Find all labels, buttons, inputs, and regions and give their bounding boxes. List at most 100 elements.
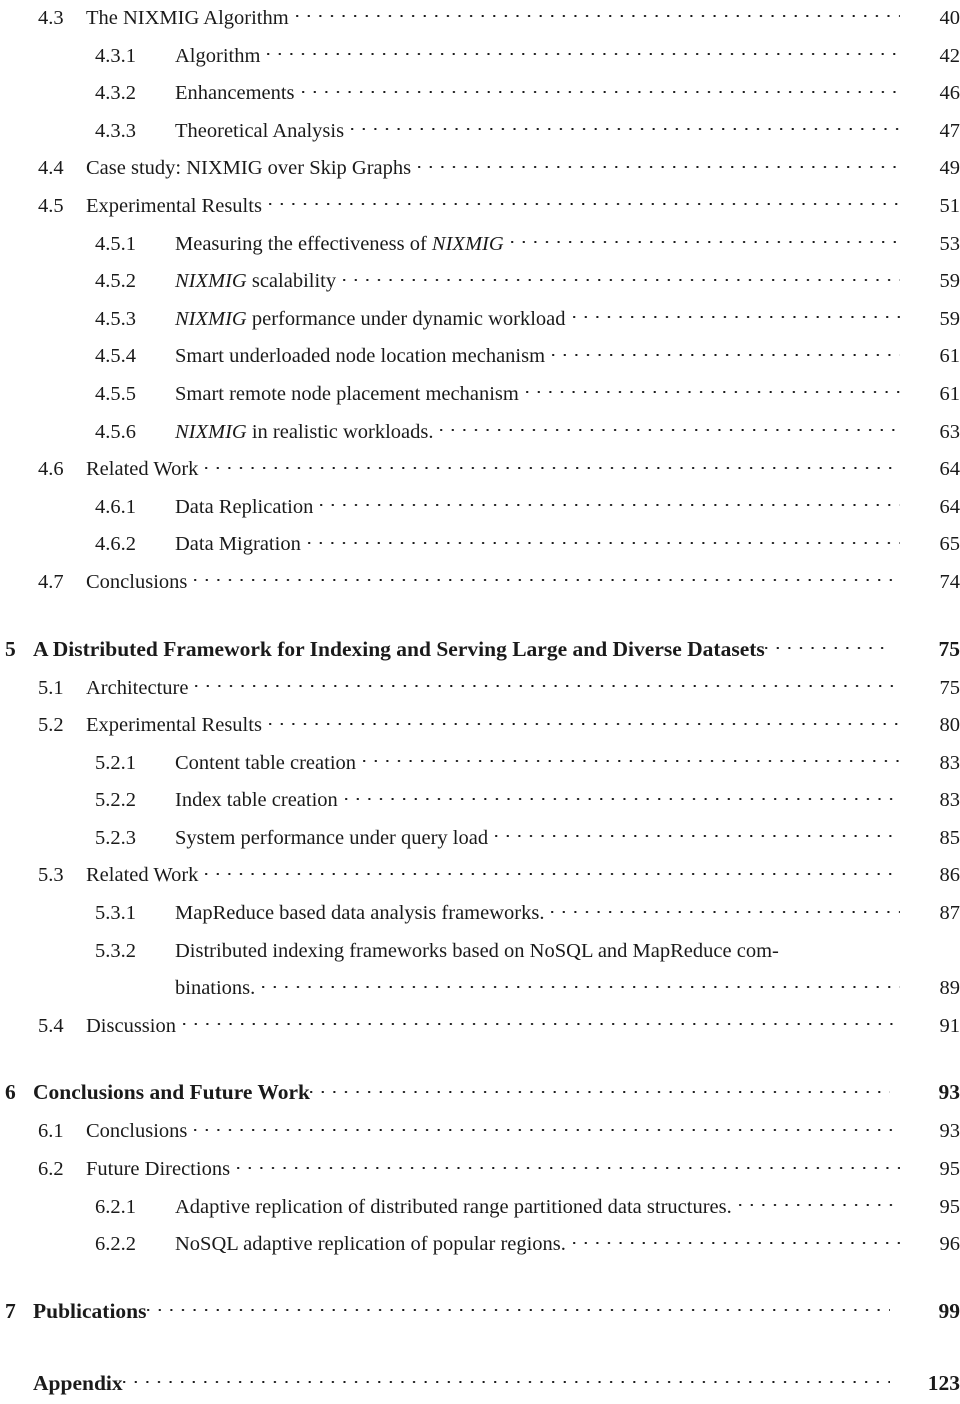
toc-entry-title: Data Migration [175, 533, 301, 556]
dot-leader [551, 899, 900, 920]
dot-leader [301, 79, 900, 100]
toc-entry[interactable]: 4.5.1 Measuring the effectiveness of NIXM… [0, 226, 960, 264]
leader-spacer [310, 1078, 890, 1100]
toc-entry[interactable]: 5.3 Related Work 86 [0, 857, 960, 895]
toc-entry-number: 4.4 [38, 157, 64, 180]
toc-entry-number: 4.6.1 [95, 495, 136, 518]
toc-entry[interactable]: 5.2 Experimental Results 80 [0, 707, 960, 745]
dot-leader [194, 1117, 900, 1138]
toc-entry[interactable]: 4.7 Conclusions 74 [0, 564, 960, 602]
toc-entry[interactable]: Appendix 123 [0, 1362, 960, 1404]
toc-entry[interactable]: 4.5.2 NIXMIG scalability 59 [0, 263, 960, 301]
toc-entry[interactable]: 4.6 Related Work 64 [0, 451, 960, 489]
toc-entry[interactable]: 4.3.1 Algorithm 42 [0, 38, 960, 76]
toc-title-emphasis: NIXMIG [175, 270, 247, 293]
toc-entry[interactable]: 5.4 Discussion 91 [0, 1008, 960, 1046]
toc-entry-title: Publications [33, 1298, 147, 1323]
toc-entry[interactable]: 6.2 Future Directions 95 [0, 1151, 960, 1189]
toc-entry-page-number: 83 [939, 789, 960, 812]
toc-entry-number: 4.5.6 [95, 420, 136, 443]
toc-entry[interactable]: 6.2.1 Adaptive replication of distributed… [0, 1189, 960, 1227]
leader-spacer [122, 1368, 890, 1390]
dot-leader [495, 823, 900, 844]
toc-entry-title: NIXMIG performance under dynamic workloa… [175, 301, 573, 339]
dot-leader [194, 567, 900, 588]
dot-leader [320, 492, 900, 513]
toc-entry-page-number: 61 [939, 382, 960, 405]
toc-entry[interactable]: 5.2.3 System performance under query load… [0, 820, 960, 858]
toc-title-emphasis: NIXMIG [175, 420, 247, 443]
toc-entry[interactable]: 5.3.1 MapReduce based data analysis frame… [0, 895, 960, 933]
toc-title-suffix: performance under dynamic workload [246, 307, 566, 330]
toc-entry[interactable]: 4.5.5 Smart remote node placement mechani… [0, 376, 960, 414]
toc-entry-title: Experimental Results [86, 194, 262, 217]
leader-spacer [764, 634, 890, 656]
toc-entry[interactable]: 4.5 Experimental Results 51 [0, 188, 960, 226]
toc-entry-title: System performance under query load [175, 826, 489, 849]
toc-entry-title: Index table creation [175, 789, 338, 812]
toc-entry[interactable]: 6.1 Conclusions 93 [0, 1113, 960, 1151]
toc-entry[interactable]: 4.3.2 Enhancements 46 [0, 75, 960, 113]
toc-entry-number: 4.3 [38, 7, 64, 29]
toc-entry[interactable]: 4.4 Case study: NIXMIG over Skip Graphs 49 [0, 150, 960, 188]
toc-entry-number: 4.6 [38, 458, 64, 481]
toc-entry-page-number: 40 [939, 7, 960, 29]
toc-entry-page-number: 46 [939, 82, 960, 105]
dot-leader [525, 379, 900, 400]
toc-entry[interactable]: 4.6.1 Data Replication 64 [0, 489, 960, 527]
toc-entry[interactable]: 6 Conclusions and Future Work 93 [0, 1071, 960, 1113]
dot-leader [510, 229, 900, 250]
toc-entry-number: 5.3 [38, 864, 64, 887]
toc-entry[interactable]: 5.2.1 Content table creation 83 [0, 745, 960, 783]
toc-entry-title: Content table creation [175, 751, 357, 774]
toc-entry-title: MapReduce based data analysis frameworks… [175, 902, 545, 925]
toc-entry-page-number: 93 [939, 1120, 960, 1143]
toc-entry-title: Experimental Results [86, 714, 262, 737]
toc-entry-title: Measuring the effectiveness of NIXMIG [175, 226, 511, 264]
toc-entry-number: 6.1 [38, 1120, 64, 1143]
toc-entry[interactable]: 4.3 The NIXMIG Algorithm 40 [0, 0, 960, 38]
toc-entry-page-number: 47 [939, 119, 960, 142]
toc-entry-number: 6.2.2 [95, 1233, 136, 1256]
toc-entry-number: 6 [5, 1080, 16, 1105]
toc-entry-title: Distributed indexing frameworks based on… [175, 939, 779, 962]
toc-entry[interactable]: 5 A Distributed Framework for Indexing an… [0, 628, 960, 670]
toc-entry[interactable]: 4.5.6 NIXMIG in realistic workloads. 63 [0, 414, 960, 452]
dot-leader [351, 116, 900, 137]
toc-entry-page-number: 86 [939, 864, 960, 887]
toc-entry-page-number: 61 [939, 345, 960, 368]
toc-entry[interactable]: 7 Publications 99 [0, 1290, 960, 1332]
toc-entry[interactable]: 5.2.2 Index table creation 83 [0, 782, 960, 820]
toc-title-suffix: in realistic workloads. [246, 420, 434, 443]
toc-entry[interactable]: 6.2.2 NoSQL adaptive replication of popul… [0, 1226, 960, 1264]
toc-entry[interactable]: 5.1 Architecture 75 [0, 670, 960, 708]
toc-title-emphasis: NIXMIG [431, 232, 504, 255]
toc-entry[interactable]: binations. 89 [0, 970, 960, 1008]
toc-entry[interactable]: 4.3.3 Theoretical Analysis 47 [0, 113, 960, 151]
dot-leader [195, 673, 900, 694]
toc-entry-number: 4.5 [38, 194, 64, 217]
toc-entry-number: 4.3.3 [95, 119, 136, 142]
toc-entry[interactable]: 4.5.4 Smart underloaded node location mec… [0, 338, 960, 376]
toc-entry-number: 4.5.1 [95, 232, 136, 255]
dot-leader [267, 41, 900, 62]
toc-entry-page-number: 80 [939, 714, 960, 737]
toc-entry-number: 4.5.2 [95, 270, 136, 293]
toc-entry-page-number: 75 [939, 676, 960, 699]
toc-entry[interactable]: 5.3.2 Distributed indexing frameworks bas… [0, 933, 960, 971]
toc-entry-page-number: 74 [939, 570, 960, 593]
toc-entry-number: 5.4 [38, 1014, 64, 1037]
dot-leader [268, 711, 900, 732]
toc-entry-title: The NIXMIG Algorithm [86, 7, 289, 29]
toc-entry-page-number: 75 [938, 636, 960, 661]
dot-leader [205, 861, 900, 882]
toc-entry-number: 5.2 [38, 714, 64, 737]
dot-leader [343, 267, 900, 288]
toc-entry[interactable]: 4.5.3 NIXMIG performance under dynamic wo… [0, 301, 960, 339]
dot-leader [440, 417, 900, 438]
toc-entry-page-number: 83 [939, 751, 960, 774]
dot-leader [738, 1192, 900, 1213]
toc-entry[interactable]: 4.6.2 Data Migration 65 [0, 526, 960, 564]
toc-entry-title: binations. [175, 977, 256, 1000]
leader-spacer [146, 1296, 891, 1318]
